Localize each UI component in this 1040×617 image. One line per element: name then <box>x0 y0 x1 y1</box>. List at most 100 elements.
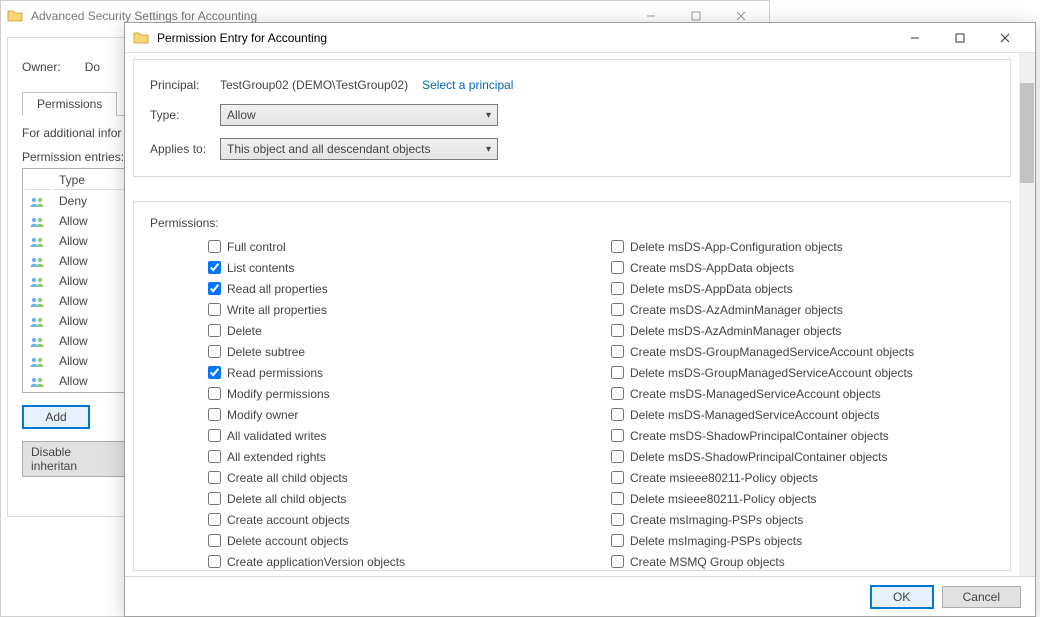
principal-panel: Principal: TestGroup02 (DEMO\TestGroup02… <box>133 59 1011 177</box>
permission-checkbox[interactable] <box>611 345 624 358</box>
permission-label: Modify permissions <box>227 387 330 401</box>
permission-checkbox[interactable] <box>611 261 624 274</box>
permission-label: Delete account objects <box>227 534 348 548</box>
users-icon <box>29 356 45 368</box>
permission-checkbox-row: Create msImaging-PSPs objects <box>611 509 994 530</box>
permission-checkbox-row: Modify permissions <box>208 383 591 404</box>
front-body: Principal: TestGroup02 (DEMO\TestGroup02… <box>125 53 1035 577</box>
permission-checkbox[interactable] <box>208 282 221 295</box>
scrollbar-thumb[interactable] <box>1020 83 1034 183</box>
type-label: Type: <box>150 108 220 122</box>
permission-checkbox[interactable] <box>208 555 221 568</box>
permissions-panel: Permissions: Full controlList contentsRe… <box>133 201 1011 571</box>
users-icon <box>29 376 45 388</box>
permission-label: Read permissions <box>227 366 323 380</box>
permission-checkbox-row: Delete msDS-AzAdminManager objects <box>611 320 994 341</box>
owner-label: Owner: <box>22 60 61 74</box>
permission-label: Write all properties <box>227 303 327 317</box>
permission-label: All extended rights <box>227 450 326 464</box>
permission-label: Delete all child objects <box>227 492 346 506</box>
users-icon <box>29 336 45 348</box>
front-minimize-button[interactable] <box>892 24 937 52</box>
permission-label: All validated writes <box>227 429 326 443</box>
users-icon <box>29 256 45 268</box>
permission-checkbox-row: Modify owner <box>208 404 591 425</box>
front-maximize-button[interactable] <box>937 24 982 52</box>
permission-label: Modify owner <box>227 408 298 422</box>
permission-label: Create msDS-GroupManagedServiceAccount o… <box>630 345 914 359</box>
permission-label: Delete subtree <box>227 345 305 359</box>
permission-label: Full control <box>227 240 286 254</box>
permission-checkbox[interactable] <box>611 534 624 547</box>
select-principal-link[interactable]: Select a principal <box>422 78 513 92</box>
permission-label: Delete msDS-AzAdminManager objects <box>630 324 841 338</box>
applies-select[interactable]: This object and all descendant objects ▾ <box>220 138 498 160</box>
permission-checkbox-row: Delete msDS-AppData objects <box>611 278 994 299</box>
applies-value: This object and all descendant objects <box>227 142 430 156</box>
permission-checkbox[interactable] <box>208 492 221 505</box>
permission-checkbox[interactable] <box>611 303 624 316</box>
permission-checkbox-row: Create msDS-AzAdminManager objects <box>611 299 994 320</box>
permission-checkbox-row: All extended rights <box>208 446 591 467</box>
front-window-title: Permission Entry for Accounting <box>157 31 327 45</box>
users-icon <box>29 276 45 288</box>
users-icon <box>29 296 45 308</box>
front-close-button[interactable] <box>982 24 1027 52</box>
cancel-button[interactable]: Cancel <box>942 586 1021 608</box>
permission-checkbox[interactable] <box>611 429 624 442</box>
permission-checkbox[interactable] <box>208 513 221 526</box>
permission-checkbox[interactable] <box>208 408 221 421</box>
permission-label: List contents <box>227 261 294 275</box>
disable-inheritance-button[interactable]: Disable inheritan <box>22 441 128 477</box>
users-icon <box>29 216 45 228</box>
permission-checkbox[interactable] <box>611 471 624 484</box>
permission-checkbox[interactable] <box>208 324 221 337</box>
permission-label: Create msieee80211-Policy objects <box>630 471 818 485</box>
applies-label: Applies to: <box>150 142 220 156</box>
add-button[interactable]: Add <box>22 405 90 429</box>
permission-checkbox[interactable] <box>208 471 221 484</box>
permission-checkbox[interactable] <box>611 324 624 337</box>
permission-label: Delete msDS-ShadowPrincipalContainer obj… <box>630 450 887 464</box>
permission-checkbox[interactable] <box>611 240 624 253</box>
permission-checkbox[interactable] <box>611 492 624 505</box>
permission-label: Delete msDS-ManagedServiceAccount object… <box>630 408 879 422</box>
permission-checkbox[interactable] <box>611 513 624 526</box>
permission-checkbox[interactable] <box>208 534 221 547</box>
permission-checkbox-row: Delete msImaging-PSPs objects <box>611 530 994 551</box>
permission-entry-window: Permission Entry for Accounting Principa… <box>124 22 1036 617</box>
users-icon <box>29 316 45 328</box>
front-scrollbar[interactable] <box>1019 53 1035 577</box>
permission-checkbox[interactable] <box>208 345 221 358</box>
permission-checkbox-row: Create msDS-ManagedServiceAccount object… <box>611 383 994 404</box>
permission-checkbox[interactable] <box>611 387 624 400</box>
permission-label: Delete msDS-GroupManagedServiceAccount o… <box>630 366 913 380</box>
permission-checkbox[interactable] <box>208 366 221 379</box>
chevron-down-icon: ▾ <box>486 110 491 121</box>
permission-checkbox-row: Create msDS-GroupManagedServiceAccount o… <box>611 341 994 362</box>
permission-checkbox[interactable] <box>611 450 624 463</box>
users-icon <box>29 196 45 208</box>
permission-checkbox[interactable] <box>208 240 221 253</box>
permission-checkbox[interactable] <box>208 261 221 274</box>
permission-label: Create msDS-ManagedServiceAccount object… <box>630 387 881 401</box>
permission-checkbox-row: Create account objects <box>208 509 591 530</box>
permission-checkbox-row: Create msDS-ShadowPrincipalContainer obj… <box>611 425 994 446</box>
permission-checkbox-row: All validated writes <box>208 425 591 446</box>
permission-checkbox[interactable] <box>611 408 624 421</box>
permission-label: Create account objects <box>227 513 350 527</box>
permission-checkbox[interactable] <box>611 282 624 295</box>
permission-label: Delete msieee80211-Policy objects <box>630 492 817 506</box>
permission-checkbox[interactable] <box>208 303 221 316</box>
permission-checkbox[interactable] <box>611 366 624 379</box>
permission-checkbox[interactable] <box>208 429 221 442</box>
tab-permissions[interactable]: Permissions <box>22 92 117 116</box>
permission-checkbox[interactable] <box>611 555 624 568</box>
permission-label: Delete msDS-AppData objects <box>630 282 793 296</box>
type-select[interactable]: Allow ▾ <box>220 104 498 126</box>
ok-button[interactable]: OK <box>870 585 934 609</box>
permission-checkbox[interactable] <box>208 387 221 400</box>
principal-value: TestGroup02 (DEMO\TestGroup02) <box>220 78 408 92</box>
permission-checkbox[interactable] <box>208 450 221 463</box>
permission-label: Create msImaging-PSPs objects <box>630 513 803 527</box>
